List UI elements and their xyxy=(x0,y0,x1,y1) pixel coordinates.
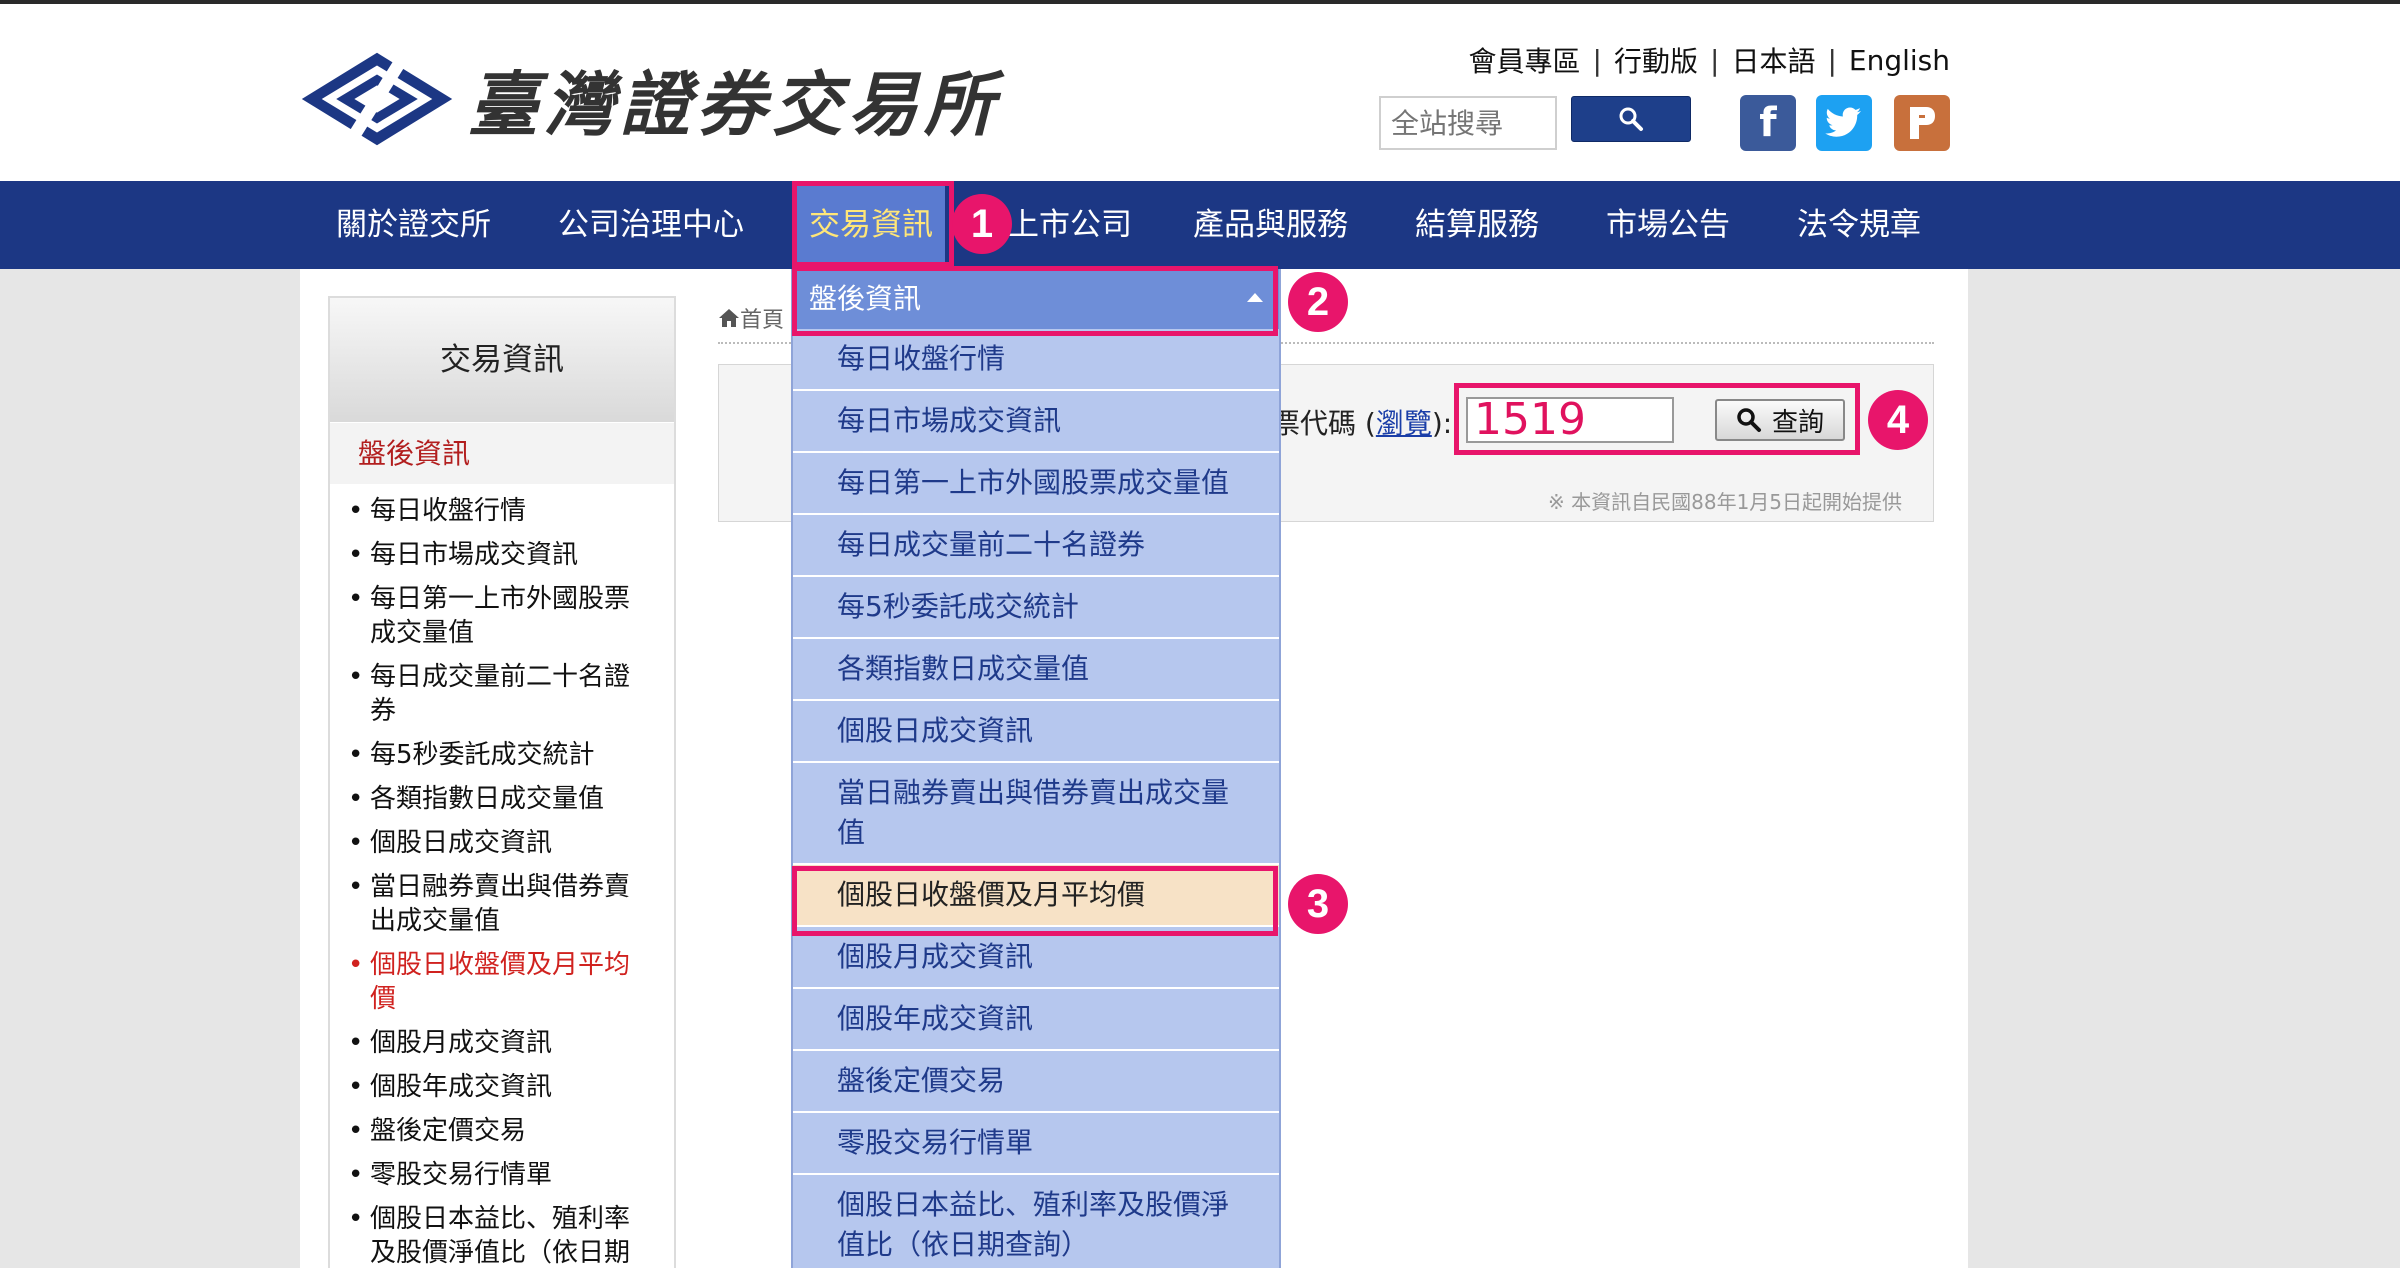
top-links: 會員專區 | 行動版 | 日本語 | English xyxy=(1469,40,1950,80)
annotation-box-2 xyxy=(792,266,1278,336)
site-search-button[interactable] xyxy=(1571,96,1691,142)
twitter-icon[interactable] xyxy=(1816,95,1872,151)
dropdown-item[interactable]: 每日第一上市外國股票成交量值 xyxy=(793,453,1279,515)
annotation-box-3 xyxy=(792,866,1278,936)
sidebar-item[interactable]: 每日收盤行情 xyxy=(348,494,654,528)
link-separator: | xyxy=(1592,43,1602,77)
annotation-badge-4: 4 xyxy=(1868,390,1928,450)
facebook-icon[interactable]: f xyxy=(1740,95,1796,151)
twitter-bird-icon xyxy=(1825,107,1861,137)
sidebar-item[interactable]: 個股日本益比、殖利率及股價淨值比（依日期 xyxy=(348,1202,654,1268)
dropdown-item[interactable]: 當日融券賣出與借券賣出成交量值 xyxy=(793,763,1279,865)
nav-clearing[interactable]: 結算服務 xyxy=(1415,181,1539,269)
sidebar-item[interactable]: 個股月成交資訊 xyxy=(348,1026,654,1060)
dropdown-item[interactable]: 個股年成交資訊 xyxy=(793,989,1279,1051)
plurk-icon[interactable] xyxy=(1894,95,1950,151)
search-icon xyxy=(1619,107,1643,131)
dropdown-item[interactable]: 每日收盤行情 xyxy=(793,329,1279,391)
main-nav: 關於證交所 公司治理中心 交易資訊 上市公司 產品與服務 結算服務 市場公告 法… xyxy=(0,181,2400,269)
trading-info-dropdown: 盤後資訊 每日收盤行情 每日市場成交資訊 每日第一上市外國股票成交量值 每日成交… xyxy=(791,269,1281,1268)
dropdown-item[interactable]: 個股月成交資訊 xyxy=(793,927,1279,989)
nav-about[interactable]: 關於證交所 xyxy=(336,181,491,269)
member-zone-link[interactable]: 會員專區 xyxy=(1469,40,1581,80)
home-icon xyxy=(719,309,739,327)
sidebar-item[interactable]: 每日市場成交資訊 xyxy=(348,538,654,572)
dropdown-item[interactable]: 每日市場成交資訊 xyxy=(793,391,1279,453)
dropdown-item[interactable]: 個股日本益比、殖利率及股價淨值比（依日期查詢） xyxy=(793,1175,1279,1268)
dropdown-item[interactable]: 每5秒委託成交統計 xyxy=(793,577,1279,639)
link-separator: | xyxy=(1827,43,1837,77)
annotation-box-1 xyxy=(792,181,954,267)
breadcrumb-home[interactable]: 首頁 xyxy=(740,302,784,334)
browse-link[interactable]: 瀏覽 xyxy=(1376,407,1432,440)
logo-text: 臺灣證券交易所 xyxy=(468,62,1000,146)
annotation-badge-2: 2 xyxy=(1288,272,1348,332)
sidebar-item[interactable]: 當日融券賣出與借券賣出成交量值 xyxy=(348,870,654,938)
mobile-version-link[interactable]: 行動版 xyxy=(1614,40,1698,80)
site-search-input[interactable] xyxy=(1379,96,1557,150)
dropdown-item[interactable]: 零股交易行情單 xyxy=(793,1113,1279,1175)
breadcrumb: 首頁 xyxy=(718,302,784,334)
sidebar-list: 每日收盤行情 每日市場成交資訊 每日第一上市外國股票成交量值 每日成交量前二十名… xyxy=(330,484,674,1268)
sidebar-item[interactable]: 每5秒委託成交統計 xyxy=(348,738,654,772)
annotation-badge-3: 3 xyxy=(1288,874,1348,934)
sidebar-item[interactable]: 盤後定價交易 xyxy=(348,1114,654,1148)
dropdown-item[interactable]: 個股日成交資訊 xyxy=(793,701,1279,763)
dropdown-item[interactable]: 各類指數日成交量值 xyxy=(793,639,1279,701)
link-separator: | xyxy=(1710,43,1720,77)
english-link[interactable]: English xyxy=(1849,44,1950,77)
sidebar-item[interactable]: 每日第一上市外國股票成交量值 xyxy=(348,582,654,650)
dropdown-item[interactable]: 盤後定價交易 xyxy=(793,1051,1279,1113)
twse-logo-icon xyxy=(301,52,453,146)
sidebar-title: 交易資訊 xyxy=(330,298,674,422)
sidebar-item-current[interactable]: 個股日收盤價及月平均價 xyxy=(348,948,654,1016)
plurk-p-icon xyxy=(1910,107,1935,139)
dropdown-item[interactable]: 每日成交量前二十名證券 xyxy=(793,515,1279,577)
sidebar-section[interactable]: 盤後資訊 xyxy=(330,422,674,484)
data-availability-note: ※ 本資訊自民國88年1月5日起開始提供 xyxy=(1548,490,1903,514)
sidebar-item[interactable]: 每日成交量前二十名證券 xyxy=(348,660,654,728)
twse-logo[interactable]: 臺灣證券交易所 xyxy=(300,44,1000,154)
sidebar-item[interactable]: 零股交易行情單 xyxy=(348,1158,654,1192)
japanese-link[interactable]: 日本語 xyxy=(1731,40,1815,80)
nav-market-announcements[interactable]: 市場公告 xyxy=(1606,181,1730,269)
nav-regulations[interactable]: 法令規章 xyxy=(1797,181,1921,269)
sidebar-item[interactable]: 個股日成交資訊 xyxy=(348,826,654,860)
nav-corporate-governance[interactable]: 公司治理中心 xyxy=(558,181,744,269)
stock-code-label: 票代碼 (瀏覽): xyxy=(1272,407,1453,440)
sidebar: 交易資訊 盤後資訊 每日收盤行情 每日市場成交資訊 每日第一上市外國股票成交量值… xyxy=(328,296,676,1268)
nav-listed-companies[interactable]: 上市公司 xyxy=(1008,181,1132,269)
sidebar-item[interactable]: 各類指數日成交量值 xyxy=(348,782,654,816)
site-header: 臺灣證券交易所 會員專區 | 行動版 | 日本語 | English f xyxy=(0,4,2400,181)
nav-products-services[interactable]: 產品與服務 xyxy=(1193,181,1348,269)
annotation-box-4 xyxy=(1454,383,1860,455)
annotation-badge-1: 1 xyxy=(952,194,1012,254)
sidebar-item[interactable]: 個股年成交資訊 xyxy=(348,1070,654,1104)
